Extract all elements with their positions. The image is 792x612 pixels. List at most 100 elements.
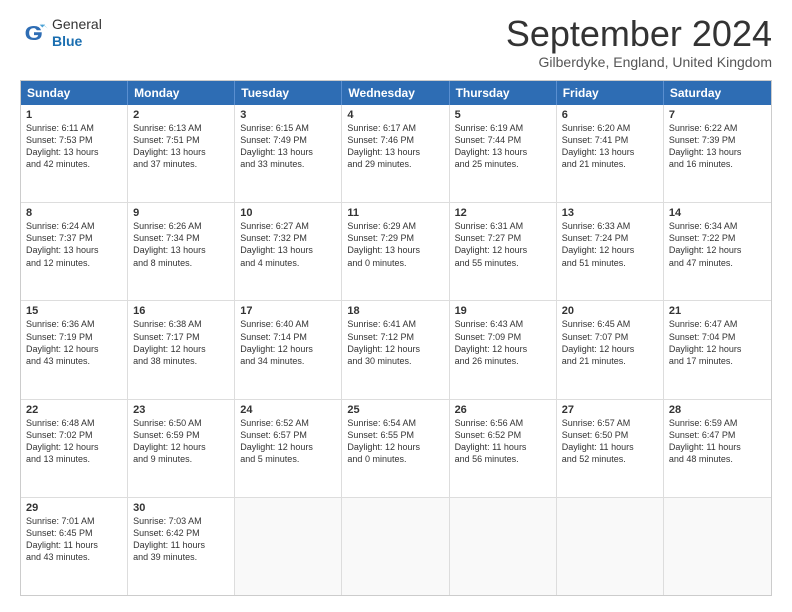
day-info: Sunrise: 6:13 AM Sunset: 7:51 PM Dayligh…	[133, 122, 229, 171]
header: General Blue September 2024 Gilberdyke, …	[20, 16, 772, 70]
day-info: Sunrise: 6:24 AM Sunset: 7:37 PM Dayligh…	[26, 220, 122, 269]
day-info: Sunrise: 6:31 AM Sunset: 7:27 PM Dayligh…	[455, 220, 551, 269]
day-info: Sunrise: 6:45 AM Sunset: 7:07 PM Dayligh…	[562, 318, 658, 367]
calendar-cell-2-4: 11Sunrise: 6:29 AM Sunset: 7:29 PM Dayli…	[342, 203, 449, 300]
day-number: 29	[26, 502, 122, 514]
day-number: 12	[455, 207, 551, 219]
calendar-cell-3-1: 15Sunrise: 6:36 AM Sunset: 7:19 PM Dayli…	[21, 301, 128, 398]
day-info: Sunrise: 7:03 AM Sunset: 6:42 PM Dayligh…	[133, 515, 229, 564]
day-number: 25	[347, 404, 443, 416]
day-info: Sunrise: 6:47 AM Sunset: 7:04 PM Dayligh…	[669, 318, 766, 367]
calendar-week-1: 1Sunrise: 6:11 AM Sunset: 7:53 PM Daylig…	[21, 105, 771, 202]
day-number: 5	[455, 109, 551, 121]
day-number: 14	[669, 207, 766, 219]
calendar-cell-5-7	[664, 498, 771, 595]
calendar-cell-5-5	[450, 498, 557, 595]
day-info: Sunrise: 6:22 AM Sunset: 7:39 PM Dayligh…	[669, 122, 766, 171]
calendar-cell-1-3: 3Sunrise: 6:15 AM Sunset: 7:49 PM Daylig…	[235, 105, 342, 202]
day-number: 8	[26, 207, 122, 219]
day-info: Sunrise: 6:36 AM Sunset: 7:19 PM Dayligh…	[26, 318, 122, 367]
calendar-cell-2-5: 12Sunrise: 6:31 AM Sunset: 7:27 PM Dayli…	[450, 203, 557, 300]
calendar-cell-2-7: 14Sunrise: 6:34 AM Sunset: 7:22 PM Dayli…	[664, 203, 771, 300]
calendar-cell-1-2: 2Sunrise: 6:13 AM Sunset: 7:51 PM Daylig…	[128, 105, 235, 202]
calendar-cell-5-2: 30Sunrise: 7:03 AM Sunset: 6:42 PM Dayli…	[128, 498, 235, 595]
day-info: Sunrise: 6:26 AM Sunset: 7:34 PM Dayligh…	[133, 220, 229, 269]
header-wednesday: Wednesday	[342, 81, 449, 105]
day-number: 1	[26, 109, 122, 121]
day-info: Sunrise: 6:59 AM Sunset: 6:47 PM Dayligh…	[669, 417, 766, 466]
day-info: Sunrise: 6:54 AM Sunset: 6:55 PM Dayligh…	[347, 417, 443, 466]
calendar-cell-3-3: 17Sunrise: 6:40 AM Sunset: 7:14 PM Dayli…	[235, 301, 342, 398]
calendar-cell-1-7: 7Sunrise: 6:22 AM Sunset: 7:39 PM Daylig…	[664, 105, 771, 202]
day-number: 2	[133, 109, 229, 121]
calendar-week-2: 8Sunrise: 6:24 AM Sunset: 7:37 PM Daylig…	[21, 202, 771, 300]
calendar-week-3: 15Sunrise: 6:36 AM Sunset: 7:19 PM Dayli…	[21, 300, 771, 398]
calendar-cell-2-2: 9Sunrise: 6:26 AM Sunset: 7:34 PM Daylig…	[128, 203, 235, 300]
calendar-cell-4-3: 24Sunrise: 6:52 AM Sunset: 6:57 PM Dayli…	[235, 400, 342, 497]
day-info: Sunrise: 6:40 AM Sunset: 7:14 PM Dayligh…	[240, 318, 336, 367]
calendar-cell-5-4	[342, 498, 449, 595]
logo-text: General Blue	[52, 16, 102, 50]
day-info: Sunrise: 6:57 AM Sunset: 6:50 PM Dayligh…	[562, 417, 658, 466]
calendar-cell-1-6: 6Sunrise: 6:20 AM Sunset: 7:41 PM Daylig…	[557, 105, 664, 202]
day-info: Sunrise: 6:43 AM Sunset: 7:09 PM Dayligh…	[455, 318, 551, 367]
day-info: Sunrise: 7:01 AM Sunset: 6:45 PM Dayligh…	[26, 515, 122, 564]
day-number: 6	[562, 109, 658, 121]
calendar-cell-3-2: 16Sunrise: 6:38 AM Sunset: 7:17 PM Dayli…	[128, 301, 235, 398]
calendar-cell-5-1: 29Sunrise: 7:01 AM Sunset: 6:45 PM Dayli…	[21, 498, 128, 595]
day-info: Sunrise: 6:19 AM Sunset: 7:44 PM Dayligh…	[455, 122, 551, 171]
day-number: 4	[347, 109, 443, 121]
day-number: 24	[240, 404, 336, 416]
day-number: 15	[26, 305, 122, 317]
calendar-cell-2-6: 13Sunrise: 6:33 AM Sunset: 7:24 PM Dayli…	[557, 203, 664, 300]
day-number: 21	[669, 305, 766, 317]
day-info: Sunrise: 6:50 AM Sunset: 6:59 PM Dayligh…	[133, 417, 229, 466]
day-number: 22	[26, 404, 122, 416]
day-number: 19	[455, 305, 551, 317]
logo: General Blue	[20, 16, 102, 50]
day-info: Sunrise: 6:41 AM Sunset: 7:12 PM Dayligh…	[347, 318, 443, 367]
day-info: Sunrise: 6:48 AM Sunset: 7:02 PM Dayligh…	[26, 417, 122, 466]
day-number: 20	[562, 305, 658, 317]
calendar-cell-1-4: 4Sunrise: 6:17 AM Sunset: 7:46 PM Daylig…	[342, 105, 449, 202]
day-number: 3	[240, 109, 336, 121]
calendar: Sunday Monday Tuesday Wednesday Thursday…	[20, 80, 772, 596]
calendar-body: 1Sunrise: 6:11 AM Sunset: 7:53 PM Daylig…	[21, 105, 771, 595]
title-block: September 2024 Gilberdyke, England, Unit…	[506, 16, 772, 70]
calendar-cell-3-4: 18Sunrise: 6:41 AM Sunset: 7:12 PM Dayli…	[342, 301, 449, 398]
month-title: September 2024	[506, 16, 772, 52]
location: Gilberdyke, England, United Kingdom	[506, 54, 772, 70]
header-saturday: Saturday	[664, 81, 771, 105]
day-info: Sunrise: 6:56 AM Sunset: 6:52 PM Dayligh…	[455, 417, 551, 466]
day-info: Sunrise: 6:27 AM Sunset: 7:32 PM Dayligh…	[240, 220, 336, 269]
calendar-cell-3-6: 20Sunrise: 6:45 AM Sunset: 7:07 PM Dayli…	[557, 301, 664, 398]
day-number: 17	[240, 305, 336, 317]
day-number: 18	[347, 305, 443, 317]
day-number: 9	[133, 207, 229, 219]
header-sunday: Sunday	[21, 81, 128, 105]
day-info: Sunrise: 6:11 AM Sunset: 7:53 PM Dayligh…	[26, 122, 122, 171]
calendar-cell-3-5: 19Sunrise: 6:43 AM Sunset: 7:09 PM Dayli…	[450, 301, 557, 398]
day-info: Sunrise: 6:33 AM Sunset: 7:24 PM Dayligh…	[562, 220, 658, 269]
calendar-cell-5-6	[557, 498, 664, 595]
day-number: 7	[669, 109, 766, 121]
day-number: 30	[133, 502, 229, 514]
day-number: 23	[133, 404, 229, 416]
calendar-week-5: 29Sunrise: 7:01 AM Sunset: 6:45 PM Dayli…	[21, 497, 771, 595]
day-number: 11	[347, 207, 443, 219]
calendar-cell-4-5: 26Sunrise: 6:56 AM Sunset: 6:52 PM Dayli…	[450, 400, 557, 497]
day-info: Sunrise: 6:29 AM Sunset: 7:29 PM Dayligh…	[347, 220, 443, 269]
day-number: 16	[133, 305, 229, 317]
day-info: Sunrise: 6:38 AM Sunset: 7:17 PM Dayligh…	[133, 318, 229, 367]
day-number: 27	[562, 404, 658, 416]
day-number: 10	[240, 207, 336, 219]
day-number: 26	[455, 404, 551, 416]
calendar-cell-4-1: 22Sunrise: 6:48 AM Sunset: 7:02 PM Dayli…	[21, 400, 128, 497]
calendar-cell-2-3: 10Sunrise: 6:27 AM Sunset: 7:32 PM Dayli…	[235, 203, 342, 300]
calendar-cell-1-1: 1Sunrise: 6:11 AM Sunset: 7:53 PM Daylig…	[21, 105, 128, 202]
calendar-cell-4-2: 23Sunrise: 6:50 AM Sunset: 6:59 PM Dayli…	[128, 400, 235, 497]
calendar-cell-1-5: 5Sunrise: 6:19 AM Sunset: 7:44 PM Daylig…	[450, 105, 557, 202]
calendar-cell-4-6: 27Sunrise: 6:57 AM Sunset: 6:50 PM Dayli…	[557, 400, 664, 497]
header-friday: Friday	[557, 81, 664, 105]
calendar-cell-4-7: 28Sunrise: 6:59 AM Sunset: 6:47 PM Dayli…	[664, 400, 771, 497]
